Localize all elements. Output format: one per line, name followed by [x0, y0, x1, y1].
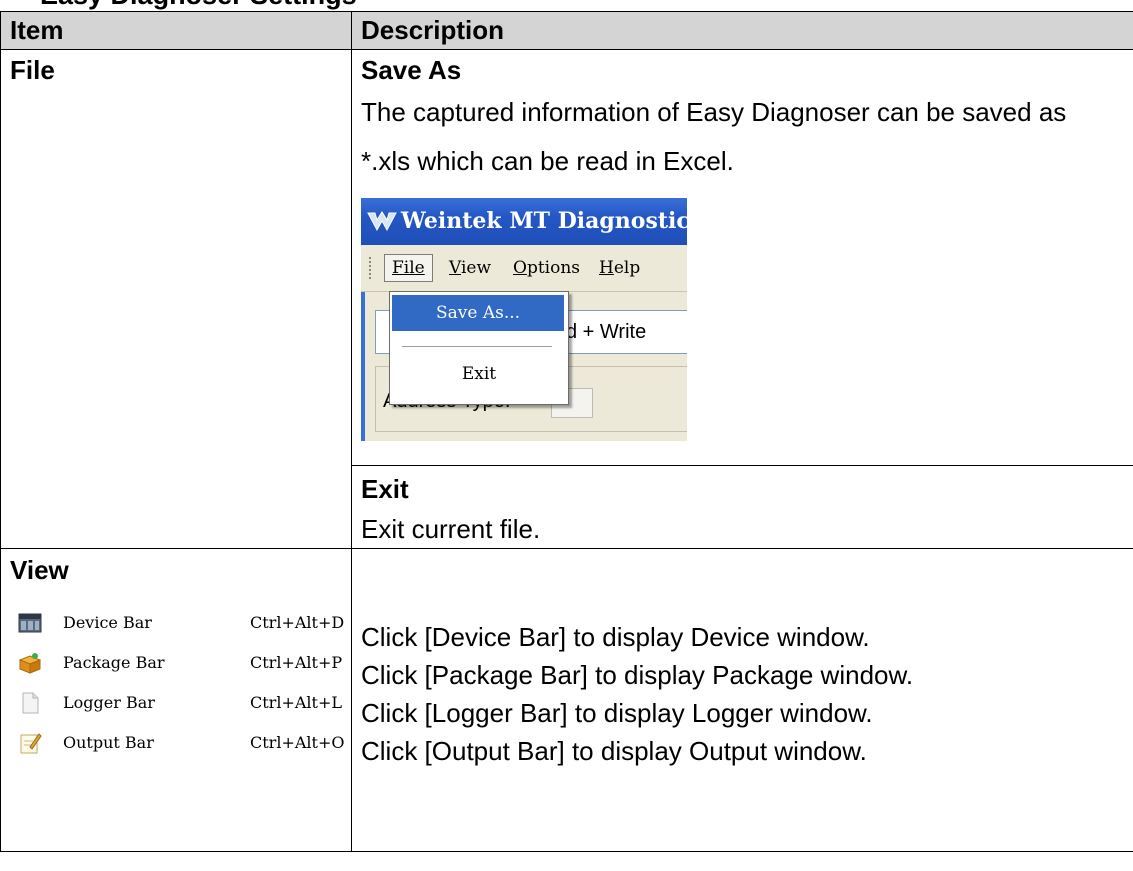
logger-bar-shortcut: Ctrl+Alt+L [250, 693, 342, 712]
exit-text: Exit current file. [361, 514, 541, 544]
menu-separator [402, 346, 552, 347]
device-bar-icon [18, 613, 42, 633]
view-desc-package: Click [Package Bar] to display Package w… [361, 660, 914, 690]
description-exit: Exit Exit current file. [351, 465, 1133, 549]
table-row-view: View Device Bar Ctrl+Alt+D Package Bar C… [0, 548, 1133, 852]
view-menu-item-output[interactable]: Output Bar Ctrl+Alt+O [10, 723, 351, 763]
output-bar-name: Output Bar [63, 733, 154, 752]
toolbar-grip [369, 257, 374, 279]
menu-bar: File View Options Help [361, 245, 687, 292]
header-description: Description [351, 11, 1133, 50]
weintek-logo-icon [367, 211, 397, 232]
output-bar-icon [20, 733, 42, 754]
logger-bar-name: Logger Bar [63, 693, 155, 712]
logger-bar-icon [22, 692, 39, 714]
device-bar-name: Device Bar [63, 613, 152, 632]
view-menu-item-logger[interactable]: Logger Bar Ctrl+Alt+L [10, 683, 351, 723]
device-bar-shortcut: Ctrl+Alt+D [250, 613, 345, 632]
view-desc-logger: Click [Logger Bar] to display Logger win… [361, 698, 873, 728]
package-bar-name: Package Bar [63, 653, 165, 672]
item-view-label: View [10, 555, 69, 585]
description-view: Click [Device Bar] to display Device win… [351, 548, 1133, 852]
save-as-heading: Save As [361, 55, 462, 85]
view-menu-item-package[interactable]: Package Bar Ctrl+Alt+P [10, 643, 351, 683]
view-desc-output: Click [Output Bar] to display Output win… [361, 736, 867, 766]
window-left-edge [361, 292, 365, 441]
save-as-text: The captured information of Easy Diagnos… [361, 97, 1067, 176]
file-dropdown-menu: Save As... Exit [389, 291, 569, 405]
view-menu-item-device[interactable]: Device Bar Ctrl+Alt+D [10, 603, 351, 643]
menu-view[interactable]: View [449, 257, 491, 279]
view-menu-list: Device Bar Ctrl+Alt+D Package Bar Ctrl+A… [10, 603, 351, 763]
output-bar-shortcut: Ctrl+Alt+O [250, 733, 345, 752]
menu-options[interactable]: Options [513, 257, 580, 279]
section-title: Easy Diagnoser Settings [40, 0, 357, 11]
menu-item-exit[interactable]: Exit [390, 362, 568, 386]
menu-screenshot: Weintek MT Diagnostic File View Options … [361, 198, 687, 441]
menu-item-save-as[interactable]: Save As... [392, 295, 564, 331]
package-bar-shortcut: Ctrl+Alt+P [250, 653, 343, 672]
item-view: View Device Bar Ctrl+Alt+D Package Bar C… [0, 548, 352, 852]
window-titlebar: Weintek MT Diagnostic [361, 198, 687, 245]
view-desc-device: Click [Device Bar] to display Device win… [361, 622, 870, 652]
package-bar-icon [18, 653, 42, 674]
window-title: Weintek MT Diagnostic [401, 208, 687, 234]
table-row-file: File Save As The captured information of… [0, 49, 1133, 549]
item-file: File [0, 49, 352, 549]
settings-table: Item Description File Save As The captur… [0, 11, 1133, 852]
menu-file[interactable]: File [384, 254, 433, 282]
table-header-row: Item Description [0, 11, 1133, 50]
header-item: Item [0, 11, 352, 50]
exit-heading: Exit [361, 474, 409, 504]
description-save-as: Save As The captured information of Easy… [351, 49, 1133, 466]
menu-help[interactable]: Help [599, 257, 640, 279]
